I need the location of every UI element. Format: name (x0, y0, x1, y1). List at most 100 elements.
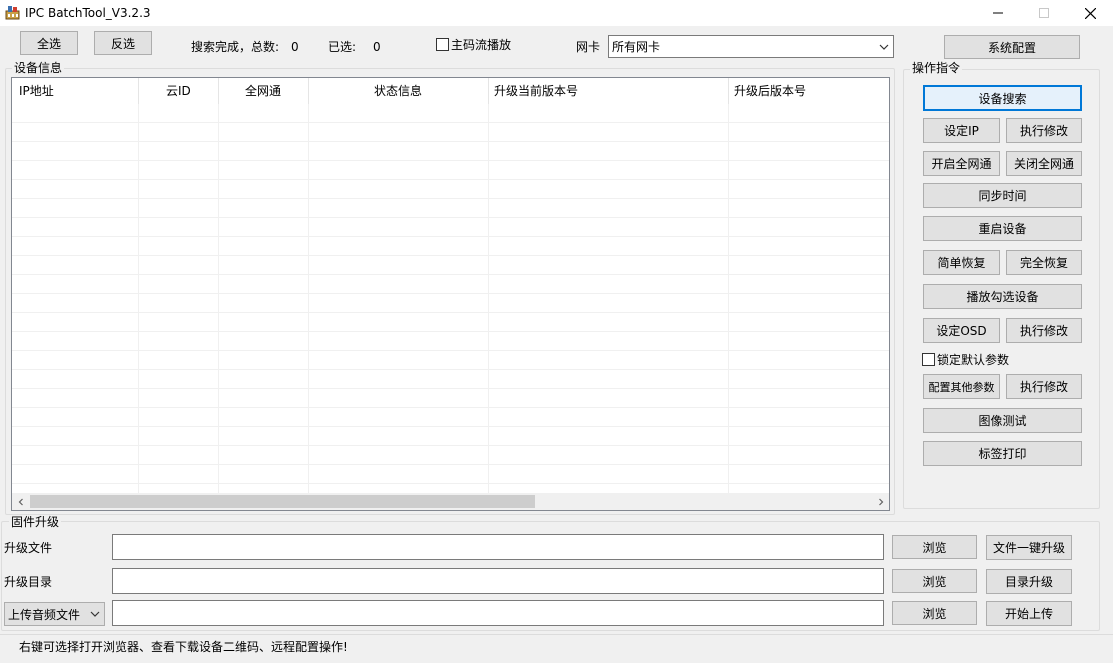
set-osd-button[interactable]: 设定OSD (923, 318, 1000, 343)
disable-all-net-button[interactable]: 关闭全网通 (1006, 151, 1082, 176)
grid-line (12, 483, 889, 484)
chevron-left-icon (18, 498, 23, 505)
grid-line (12, 369, 889, 370)
scrollbar-thumb[interactable] (30, 495, 535, 508)
system-config-button[interactable]: 系统配置 (944, 35, 1080, 59)
grid-line (12, 388, 889, 389)
grid-line (12, 293, 889, 294)
window-title: IPC BatchTool_V3.2.3 (25, 6, 151, 20)
browse-dir-button[interactable]: 浏览 (892, 569, 977, 593)
column-divider[interactable] (138, 78, 139, 104)
app-icon (5, 5, 20, 20)
search-total-value: 0 (291, 40, 299, 54)
column-header-ip[interactable]: IP地址 (19, 78, 54, 104)
column-header-all-net[interactable]: 全网通 (245, 78, 281, 104)
grid-line (12, 312, 889, 313)
nic-select[interactable]: 所有网卡 (608, 35, 894, 58)
browse-upload-button[interactable]: 浏览 (892, 601, 977, 625)
grid-line (12, 426, 889, 427)
grid-line (12, 407, 889, 408)
set-ip-button[interactable]: 设定IP (923, 118, 1000, 143)
dir-upgrade-button[interactable]: 目录升级 (986, 569, 1072, 594)
execute-modify-ip-button[interactable]: 执行修改 (1006, 118, 1082, 143)
horizontal-scrollbar[interactable] (12, 493, 889, 510)
config-other-params-button[interactable]: 配置其他参数 (923, 374, 1000, 399)
device-search-button[interactable]: 设备搜索 (923, 85, 1082, 111)
start-upload-button[interactable]: 开始上传 (986, 601, 1072, 626)
selected-label: 已选: (328, 40, 357, 54)
upgrade-file-input[interactable] (112, 534, 884, 560)
column-divider[interactable] (308, 78, 309, 104)
upload-type-value: 上传音频文件 (8, 607, 81, 622)
grid-line (12, 217, 889, 218)
nic-label: 网卡 (576, 40, 601, 54)
chevron-down-icon (90, 611, 100, 617)
column-divider[interactable] (488, 78, 489, 104)
close-button[interactable] (1067, 0, 1113, 26)
grid-line (12, 160, 889, 161)
column-header-cloud-id[interactable]: 云ID (166, 78, 191, 104)
select-all-button[interactable]: 全选 (20, 31, 78, 55)
grid-line (12, 445, 889, 446)
column-divider[interactable] (728, 78, 729, 104)
upload-file-input[interactable] (112, 600, 884, 626)
grid-line (728, 104, 729, 496)
column-header-status[interactable]: 状态信息 (374, 78, 422, 104)
status-hint: 右键可选择打开浏览器、查看下载设备二维码、远程配置操作! (19, 640, 348, 654)
play-checked-devices-button[interactable]: 播放勾选设备 (923, 284, 1082, 309)
minimize-icon (993, 12, 1003, 14)
column-header-new-version[interactable]: 升级后版本号 (734, 78, 806, 104)
grid-line (12, 350, 889, 351)
simple-restore-button[interactable]: 简单恢复 (923, 250, 1000, 275)
lock-default-params-label: 锁定默认参数 (937, 353, 1010, 367)
main-stream-label: 主码流播放 (451, 38, 512, 52)
nic-select-value: 所有网卡 (612, 40, 661, 54)
upgrade-dir-input[interactable] (112, 568, 884, 594)
full-restore-button[interactable]: 完全恢复 (1006, 250, 1082, 275)
execute-modify-params-button[interactable]: 执行修改 (1006, 374, 1082, 399)
grid-line (12, 198, 889, 199)
status-divider (0, 634, 1113, 635)
enable-all-net-button[interactable]: 开启全网通 (923, 151, 1000, 176)
invert-select-button[interactable]: 反选 (94, 31, 152, 55)
search-status-label: 搜索完成，总数: (191, 40, 280, 54)
title-bar (0, 0, 1113, 26)
grid-line (218, 104, 219, 496)
main-stream-checkbox[interactable] (436, 38, 449, 51)
grid-line (12, 255, 889, 256)
grid-line (488, 104, 489, 496)
device-table[interactable]: IP地址 云ID 全网通 状态信息 升级当前版本号 升级后版本号 (11, 77, 890, 511)
column-header-current-version[interactable]: 升级当前版本号 (494, 78, 578, 104)
grid-line (308, 104, 309, 496)
upload-type-select[interactable]: 上传音频文件 (4, 602, 105, 626)
browse-file-button[interactable]: 浏览 (892, 535, 977, 559)
execute-modify-osd-button[interactable]: 执行修改 (1006, 318, 1082, 343)
upgrade-file-label: 升级文件 (4, 541, 53, 555)
chevron-right-icon (878, 498, 883, 505)
grid-line (12, 274, 889, 275)
column-divider[interactable] (218, 78, 219, 104)
minimize-button[interactable] (975, 0, 1021, 26)
upgrade-dir-label: 升级目录 (4, 575, 53, 589)
firmware-title: 固件升级 (9, 515, 62, 529)
close-icon (1084, 7, 1096, 19)
sync-time-button[interactable]: 同步时间 (923, 183, 1082, 208)
reboot-device-button[interactable]: 重启设备 (923, 216, 1082, 241)
scroll-left-arrow[interactable] (12, 493, 29, 510)
grid-line (138, 104, 139, 496)
operations-title: 操作指令 (910, 61, 963, 75)
label-print-button[interactable]: 标签打印 (923, 441, 1082, 466)
grid-line (12, 122, 889, 123)
maximize-button[interactable] (1021, 0, 1067, 26)
grid-line (12, 464, 889, 465)
image-test-button[interactable]: 图像测试 (923, 408, 1082, 433)
selected-count-value: 0 (373, 40, 381, 54)
file-one-click-upgrade-button[interactable]: 文件一键升级 (986, 535, 1072, 560)
maximize-icon (1039, 8, 1049, 18)
grid-line (12, 236, 889, 237)
table-header: IP地址 云ID 全网通 状态信息 升级当前版本号 升级后版本号 (12, 78, 889, 104)
scroll-right-arrow[interactable] (872, 493, 889, 510)
grid-line (12, 179, 889, 180)
grid-line (12, 141, 889, 142)
lock-default-params-checkbox[interactable] (922, 353, 935, 366)
